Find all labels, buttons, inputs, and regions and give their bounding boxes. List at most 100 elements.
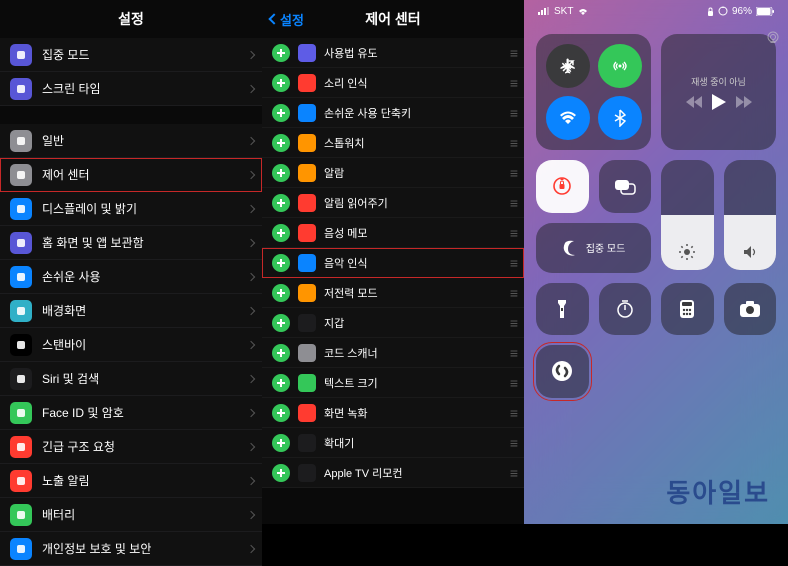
battery-icon: [756, 7, 774, 16]
brightness-icon: [679, 244, 695, 260]
drag-handle-icon[interactable]: ≡: [510, 105, 516, 121]
play-button[interactable]: [712, 94, 726, 110]
settings-row[interactable]: 손쉬운 사용: [0, 260, 262, 294]
screen-mirror-tile[interactable]: [599, 160, 652, 213]
settings-row[interactable]: 스크린 타임: [0, 72, 262, 106]
camera-tile[interactable]: [724, 283, 777, 336]
volume-slider[interactable]: [724, 160, 777, 270]
flashlight-tile[interactable]: [536, 283, 589, 336]
control-row[interactable]: 코드 스캐너≡: [262, 338, 524, 368]
back-label: 설정: [280, 10, 304, 29]
drag-handle-icon[interactable]: ≡: [510, 285, 516, 301]
control-row[interactable]: 스톱워치≡: [262, 128, 524, 158]
add-button[interactable]: [272, 434, 290, 452]
control-row[interactable]: 화면 녹화 ≡: [262, 398, 524, 428]
wifi-toggle[interactable]: [546, 96, 590, 140]
drag-handle-icon[interactable]: ≡: [510, 465, 516, 481]
chevron-right-icon: [247, 510, 255, 518]
control-row[interactable]: 지갑≡: [262, 308, 524, 338]
add-button[interactable]: [272, 464, 290, 482]
drag-handle-icon[interactable]: ≡: [510, 135, 516, 151]
control-row[interactable]: 알람≡: [262, 158, 524, 188]
chevron-right-icon: [247, 340, 255, 348]
settings-row[interactable]: 배터리: [0, 498, 262, 532]
add-button[interactable]: [272, 104, 290, 122]
drag-handle-icon[interactable]: ≡: [510, 75, 516, 91]
add-button[interactable]: [272, 284, 290, 302]
settings-row[interactable]: Siri 및 검색: [0, 362, 262, 396]
control-icon: [298, 224, 316, 242]
drag-handle-icon[interactable]: ≡: [510, 255, 516, 271]
control-row[interactable]: 음악 인식≡: [262, 248, 524, 278]
settings-row[interactable]: Face ID 및 암호: [0, 396, 262, 430]
control-row[interactable]: 텍스트 크기≡: [262, 368, 524, 398]
brightness-slider[interactable]: [661, 160, 714, 270]
control-label: 음성 메모: [324, 225, 368, 241]
add-button[interactable]: [272, 314, 290, 332]
settings-row[interactable]: 배경화면: [0, 294, 262, 328]
settings-row[interactable]: 일반: [0, 124, 262, 158]
title-bar: 설정 제어 센터: [262, 0, 524, 38]
next-track-button[interactable]: [736, 96, 752, 108]
row-label: Siri 및 검색: [42, 370, 248, 387]
drag-handle-icon[interactable]: ≡: [510, 225, 516, 241]
control-label: 알림 읽어주기: [324, 195, 388, 211]
add-button[interactable]: [272, 44, 290, 62]
control-row[interactable]: Apple TV 리모컨≡: [262, 458, 524, 488]
control-center-panel: SKT 96%: [524, 0, 788, 524]
settings-row[interactable]: 홈 화면 및 앱 보관함: [0, 226, 262, 260]
control-row[interactable]: 저전력 모드≡: [262, 278, 524, 308]
add-button[interactable]: [272, 134, 290, 152]
drag-handle-icon[interactable]: ≡: [510, 405, 516, 421]
settings-root-panel: 설정 집중 모드스크린 타임일반제어 센터디스플레이 및 밝기홈 화면 및 앱 …: [0, 0, 262, 524]
control-row[interactable]: 손쉬운 사용 단축키≡: [262, 98, 524, 128]
signal-icon: [538, 7, 550, 15]
timer-tile[interactable]: [599, 283, 652, 336]
settings-row[interactable]: 스탠바이: [0, 328, 262, 362]
add-button[interactable]: [272, 374, 290, 392]
chevron-right-icon: [247, 544, 255, 552]
cellular-data-toggle[interactable]: [598, 44, 642, 88]
control-icon: [298, 284, 316, 302]
add-button[interactable]: [272, 164, 290, 182]
airplane-mode-toggle[interactable]: [546, 44, 590, 88]
add-button[interactable]: [272, 194, 290, 212]
control-icon: [298, 164, 316, 182]
control-label: 화면 녹화: [324, 405, 368, 421]
back-button[interactable]: 설정: [270, 10, 304, 29]
bluetooth-toggle[interactable]: [598, 96, 642, 140]
page-title: 제어 센터: [365, 9, 420, 29]
music-recognition-tile[interactable]: [536, 345, 589, 398]
add-button[interactable]: [272, 224, 290, 242]
settings-row[interactable]: 집중 모드: [0, 38, 262, 72]
add-button[interactable]: [272, 74, 290, 92]
drag-handle-icon[interactable]: ≡: [510, 375, 516, 391]
drag-handle-icon[interactable]: ≡: [510, 165, 516, 181]
settings-row[interactable]: 노출 알림: [0, 464, 262, 498]
drag-handle-icon[interactable]: ≡: [510, 435, 516, 451]
orientation-lock-tile[interactable]: [536, 160, 589, 213]
control-row[interactable]: 알림 읽어주기 ≡: [262, 188, 524, 218]
connectivity-card[interactable]: [536, 34, 651, 150]
settings-row[interactable]: 개인정보 보호 및 보안: [0, 532, 262, 566]
music-status: 재생 중이 아님: [691, 75, 746, 88]
control-row[interactable]: 소리 인식≡: [262, 68, 524, 98]
settings-row[interactable]: 디스플레이 및 밝기: [0, 192, 262, 226]
control-row[interactable]: 음성 메모 ≡: [262, 218, 524, 248]
calculator-tile[interactable]: [661, 283, 714, 336]
drag-handle-icon[interactable]: ≡: [510, 45, 516, 61]
add-button[interactable]: [272, 404, 290, 422]
prev-track-button[interactable]: [686, 96, 702, 108]
settings-row[interactable]: 긴급 구조 요청: [0, 430, 262, 464]
drag-handle-icon[interactable]: ≡: [510, 345, 516, 361]
wifi-icon: [577, 7, 589, 16]
control-row[interactable]: 확대기≡: [262, 428, 524, 458]
drag-handle-icon[interactable]: ≡: [510, 195, 516, 211]
drag-handle-icon[interactable]: ≡: [510, 315, 516, 331]
now-playing-card[interactable]: 재생 중이 아님: [661, 34, 776, 150]
add-button[interactable]: [272, 344, 290, 362]
add-button[interactable]: [272, 254, 290, 272]
settings-row[interactable]: 제어 센터: [0, 158, 262, 192]
control-row[interactable]: 사용법 유도≡: [262, 38, 524, 68]
focus-tile[interactable]: 집중 모드: [536, 223, 651, 273]
